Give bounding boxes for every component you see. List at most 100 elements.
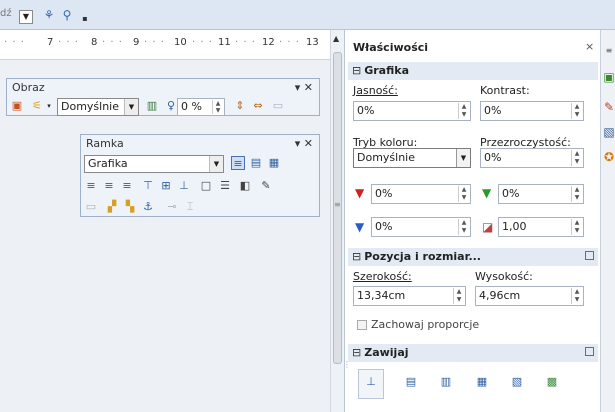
- brightness-spinner[interactable]: 0% ▲ ▼: [353, 101, 471, 121]
- properties-tab-icon[interactable]: ▣: [602, 70, 615, 84]
- brightness-label: Jasność:: [353, 84, 398, 97]
- height-value: 4,96cm: [479, 289, 521, 302]
- color-mode-select[interactable]: Domyślnie ▼: [353, 148, 471, 168]
- wrap-right-icon[interactable]: ▧: [508, 374, 526, 390]
- more-options-icon[interactable]: [585, 347, 594, 356]
- chevron-down-icon[interactable]: ▾: [42, 99, 56, 113]
- spin-arrows-icon[interactable]: ▲ ▼: [453, 288, 464, 304]
- spin-arrows-icon[interactable]: ▲ ▼: [458, 103, 469, 119]
- obraz-window-controls[interactable]: ▾ ✕: [295, 80, 313, 96]
- wrap-none-icon[interactable]: ≡: [231, 156, 245, 170]
- spin-arrows-icon[interactable]: ▲ ▼: [458, 219, 469, 235]
- transparency-spinner[interactable]: 0% ▲ ▼: [480, 148, 584, 168]
- section-grafika-header[interactable]: ⊟ Grafika: [348, 62, 598, 80]
- navigator-icon[interactable]: ⚲: [60, 8, 74, 22]
- background-color-icon[interactable]: ✎: [259, 179, 273, 193]
- transparency-spinner[interactable]: 0 % ▲ ▼: [177, 98, 225, 116]
- ruler-tick: 9: [133, 37, 140, 48]
- section-wrap-header[interactable]: ⊟ Zawijaj: [348, 344, 598, 362]
- wrap-parallel-icon[interactable]: ▦: [267, 156, 281, 170]
- styles-tab-icon[interactable]: ✎: [602, 100, 615, 114]
- align-center-icon[interactable]: ≡: [102, 179, 116, 193]
- contrast-label: Kontrast:: [480, 84, 530, 97]
- collapse-icon[interactable]: ⊟: [352, 250, 361, 263]
- spin-arrows-icon[interactable]: ▲ ▼: [212, 100, 223, 114]
- blue-spinner[interactable]: 0% ▲ ▼: [371, 217, 471, 237]
- align-right-icon[interactable]: ≡: [120, 179, 134, 193]
- navigator-tab-icon[interactable]: ✪: [602, 150, 615, 164]
- obraz-titlebar[interactable]: Obraz ▾ ✕: [7, 79, 319, 97]
- section-grafika-title: Grafika: [364, 64, 409, 77]
- width-label: Szerokość:: [353, 270, 412, 283]
- toolbar-overflow-icon[interactable]: ▪: [78, 12, 92, 26]
- gamma-spinner[interactable]: 1,00 ▲ ▼: [498, 217, 584, 237]
- sidebar-menu-icon[interactable]: ≡: [602, 44, 615, 58]
- contrast-spinner[interactable]: 0% ▲ ▼: [480, 101, 584, 121]
- ruler-tick: 8: [91, 37, 98, 48]
- toolbar-dropdown-button[interactable]: ▼: [19, 10, 33, 24]
- blue-value: 0%: [375, 220, 393, 233]
- collapse-icon[interactable]: ⊟: [352, 346, 361, 359]
- transparency-icon[interactable]: ♀: [164, 99, 178, 113]
- wrap-page-icon[interactable]: ▤: [402, 374, 420, 390]
- ramka-toolbar: Ramka ▾ ✕ Grafika ▼ ≡ ▤ ▦ ≡ ≡ ≡ ⊤ ⊞ ⊥ □ …: [80, 134, 320, 217]
- frame-style-select[interactable]: Grafika ▼: [84, 155, 224, 173]
- border-color-icon[interactable]: ◧: [238, 179, 252, 193]
- image-mode-select[interactable]: Domyślnie ▼: [57, 98, 139, 116]
- bring-forward-icon[interactable]: ▞: [105, 200, 119, 214]
- ruler-dots: · · ·: [279, 37, 300, 48]
- spin-arrows-icon[interactable]: ▲ ▼: [571, 150, 582, 166]
- spin-arrows-icon[interactable]: ▲ ▼: [571, 288, 582, 304]
- ruler-tick: 12: [262, 37, 275, 48]
- spin-arrows-icon[interactable]: ▲ ▼: [458, 186, 469, 202]
- align-top-icon[interactable]: ⊤: [141, 179, 155, 193]
- link-frames-icon: ⊸: [167, 200, 177, 213]
- more-options-icon[interactable]: [585, 251, 594, 260]
- ruler-tick: 13: [306, 37, 319, 48]
- chevron-down-icon[interactable]: ▼: [456, 149, 470, 167]
- spin-arrows-icon[interactable]: ▲ ▼: [571, 103, 582, 119]
- toolbar-text-fragment: dź: [0, 8, 12, 19]
- width-value: 13,34cm: [357, 289, 406, 302]
- anchor-icon[interactable]: ⚘: [42, 8, 56, 22]
- height-spinner[interactable]: 4,96cm ▲ ▼: [475, 286, 584, 306]
- red-spinner[interactable]: 0% ▲ ▼: [371, 184, 471, 204]
- chevron-down-icon[interactable]: ▼: [209, 156, 223, 172]
- wrap-through-icon[interactable]: ▤: [249, 156, 263, 170]
- chevron-down-icon[interactable]: ▼: [124, 99, 138, 115]
- wrap-optimal-icon[interactable]: ▥: [437, 374, 455, 390]
- ramka-titlebar[interactable]: Ramka ▾ ✕: [81, 135, 319, 153]
- keep-ratio-checkbox[interactable]: [357, 320, 367, 330]
- close-icon[interactable]: ×: [585, 40, 594, 53]
- align-middle-icon[interactable]: ⊞: [159, 179, 173, 193]
- section-position-header[interactable]: ⊟ Pozycja i rozmiar...: [348, 248, 598, 266]
- color-icon[interactable]: ▥: [145, 99, 159, 113]
- contrast-value: 0%: [484, 104, 502, 117]
- green-spinner[interactable]: 0% ▲ ▼: [498, 184, 584, 204]
- align-bottom-icon[interactable]: ⊥: [177, 179, 191, 193]
- vertical-scrollbar[interactable]: ▲ ≡: [330, 30, 344, 412]
- collapse-icon[interactable]: ⊟: [352, 64, 361, 77]
- send-backward-icon[interactable]: ▚: [123, 200, 137, 214]
- properties-sidebar: Właściwości × ⊟ Grafika Jasność: Kontrast…: [343, 30, 600, 412]
- spin-arrows-icon[interactable]: ▲ ▼: [571, 219, 582, 235]
- obraz-transparency-value: 0 %: [181, 100, 202, 113]
- gamma-icon: ◪: [482, 220, 494, 234]
- wrap-through-icon[interactable]: ▩: [543, 374, 561, 390]
- borders-icon[interactable]: □: [199, 179, 213, 193]
- anchor-icon[interactable]: ⚓: [141, 200, 155, 214]
- gallery-tab-icon[interactable]: ▧: [602, 125, 615, 139]
- flip-horizontal-icon[interactable]: ⇔: [251, 99, 265, 113]
- wrap-off-icon[interactable]: ⊥: [362, 374, 380, 390]
- align-left-icon[interactable]: ≡: [84, 179, 98, 193]
- wrap-left-icon[interactable]: ▦: [473, 374, 491, 390]
- flip-vertical-icon[interactable]: ⇕: [233, 99, 247, 113]
- image-filter-icon[interactable]: ▣: [10, 99, 24, 113]
- ramka-window-controls[interactable]: ▾ ✕: [295, 136, 313, 152]
- scroll-up-icon[interactable]: ▲: [333, 34, 339, 43]
- ruler-dots: · · ·: [102, 37, 123, 48]
- spin-arrows-icon[interactable]: ▲ ▼: [571, 186, 582, 202]
- width-spinner[interactable]: 13,34cm ▲ ▼: [353, 286, 466, 306]
- line-style-icon[interactable]: ☰: [218, 179, 232, 193]
- height-label: Wysokość:: [475, 270, 533, 283]
